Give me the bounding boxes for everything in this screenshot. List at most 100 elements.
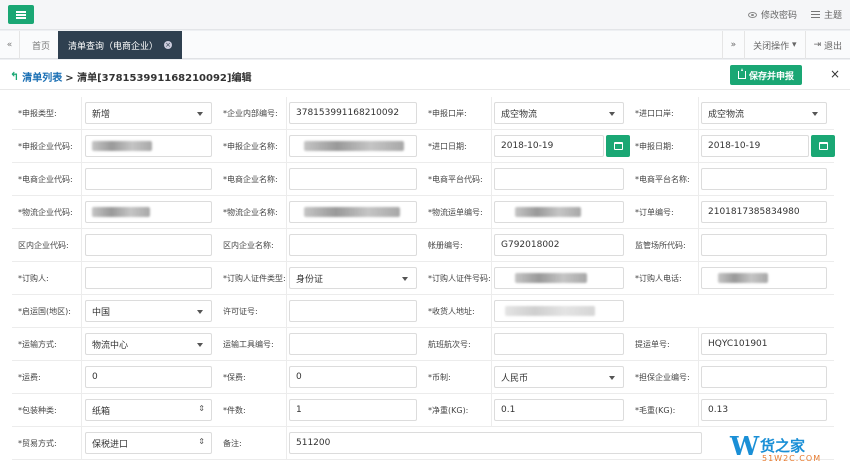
declare-type-select[interactable]: 新增	[85, 102, 212, 124]
import-date-input[interactable]: 2018-10-19	[494, 135, 604, 157]
tab-home[interactable]: 首页	[22, 31, 60, 59]
remark-input[interactable]: 511200	[289, 432, 702, 454]
caret-down-icon: ▾	[792, 40, 797, 50]
order-no-input[interactable]: 2101817385834980	[701, 201, 827, 223]
close-icon[interactable]: ×	[830, 67, 840, 81]
piece-count-input[interactable]: 1	[289, 399, 417, 421]
ecom-platform-code-input[interactable]	[494, 168, 624, 190]
consignee-address-input[interactable]	[494, 300, 624, 322]
order-no-label: *订单编号:	[629, 196, 699, 229]
freight-label: *运费:	[12, 361, 82, 394]
tab-close-icon[interactable]: ×	[164, 41, 173, 49]
buyer-id-type-select[interactable]: 身份证	[289, 267, 417, 289]
declare-port-select[interactable]: 成空物流	[494, 102, 624, 124]
import-date-picker-button[interactable]	[606, 135, 630, 157]
waybill-no-input[interactable]	[494, 201, 624, 223]
internal-no-input[interactable]: 378153991168210092	[289, 102, 417, 124]
save-and-declare-button[interactable]: 保存并申报	[730, 65, 802, 85]
ecom-company-code-label: *电商企业代码:	[12, 163, 82, 196]
change-password-link[interactable]: 修改密码	[747, 8, 797, 21]
departure-country-select[interactable]: 中国	[85, 300, 212, 322]
declare-date-picker-button[interactable]	[811, 135, 835, 157]
form-row: 区内企业代码: 区内企业名称: 帐册编号: G792018002 监管场所代码:	[12, 229, 834, 262]
zone-company-name-input[interactable]	[289, 234, 417, 256]
ecom-platform-name-label: *电商平台名称:	[629, 163, 699, 196]
net-weight-input[interactable]: 0.1	[494, 399, 624, 421]
vehicle-no-input[interactable]	[289, 333, 417, 355]
buyer-input[interactable]	[85, 267, 212, 289]
declare-company-code-label: *申报企业代码:	[12, 130, 82, 163]
logistics-name-input[interactable]	[289, 201, 417, 223]
theme-link[interactable]: 主题	[810, 8, 842, 21]
logistics-name-label: *物流企业名称:	[217, 196, 287, 229]
piece-count-label: *件数:	[217, 394, 287, 427]
ecom-company-name-input[interactable]	[289, 168, 417, 190]
insurance-label: *保费:	[217, 361, 287, 394]
menu-toggle-button[interactable]	[8, 5, 34, 24]
trade-mode-label: *贸易方式:	[12, 427, 82, 460]
flight-no-input[interactable]	[494, 333, 624, 355]
ecom-platform-code-label: *电商平台代码:	[422, 163, 492, 196]
zone-company-code-input[interactable]	[85, 234, 212, 256]
account-book-no-input[interactable]: G792018002	[494, 234, 624, 256]
bill-of-lading-label: 提运单号:	[629, 328, 699, 361]
logout-button[interactable]: ⇥ 退出	[804, 31, 850, 59]
guarantor-no-input[interactable]	[701, 366, 827, 388]
redacted-value	[515, 207, 581, 217]
form-row: *电商企业代码: *电商企业名称: *电商平台代码: *电商平台名称:	[12, 163, 834, 196]
calendar-icon	[818, 142, 828, 150]
package-type-select[interactable]: 纸箱	[85, 399, 212, 421]
bill-of-lading-input[interactable]: HQYC101901	[701, 333, 827, 355]
double-chevron-left-icon: «	[6, 40, 13, 50]
declare-date-label: *申报日期:	[629, 130, 699, 163]
tab-list-query[interactable]: 清单查询（电商企业） ×	[58, 31, 183, 59]
redacted-value	[92, 207, 150, 217]
back-arrow-icon[interactable]: ↰	[10, 70, 19, 83]
ecom-company-code-input[interactable]	[85, 168, 212, 190]
declare-date-input[interactable]: 2018-10-19	[701, 135, 809, 157]
gross-weight-input[interactable]: 0.13	[701, 399, 827, 421]
logistics-code-label: *物流企业代码:	[12, 196, 82, 229]
theme-icon	[810, 11, 820, 18]
eye-icon	[747, 11, 757, 18]
back-to-list-link[interactable]: 清单列表	[22, 69, 62, 84]
buyer-phone-label: *订购人电话:	[629, 262, 699, 295]
tab-bar-right: » 关闭操作 ▾ ⇥ 退出	[721, 31, 850, 59]
tab-scroll-right-button[interactable]: »	[721, 31, 745, 59]
trade-mode-select[interactable]: 保税进口	[85, 432, 212, 454]
freight-input[interactable]: 0	[85, 366, 212, 388]
transport-mode-select[interactable]: 物流中心	[85, 333, 212, 355]
import-date-label: *进口日期:	[422, 130, 492, 163]
waybill-no-label: *物流运单编号:	[422, 196, 492, 229]
form-row: *运输方式: 物流中心 运输工具编号: 航班航次号: 提运单号: HQYC101…	[12, 328, 834, 361]
guarantor-no-label: *担保企业编号:	[629, 361, 699, 394]
double-chevron-right-icon: »	[730, 40, 737, 50]
logo-text: 货之家	[760, 437, 806, 455]
buyer-id-no-label: *订购人证件号码:	[422, 262, 492, 295]
supervision-site-code-input[interactable]	[701, 234, 827, 256]
redacted-value	[304, 141, 404, 151]
form-row: *申报企业代码: *申报企业名称: *进口日期: 2018-10-19 *申报日…	[12, 130, 835, 163]
ecom-platform-name-input[interactable]	[701, 168, 827, 190]
watermark-logo: W 货之家 51W2C.COM	[730, 432, 840, 466]
remark-label: 备注:	[217, 427, 287, 460]
declare-type-label: *申报类型:	[12, 97, 82, 130]
declare-port-label: *申报口岸:	[422, 97, 492, 130]
internal-no-label: *企业内部编号:	[217, 97, 287, 130]
buyer-phone-input[interactable]	[701, 267, 827, 289]
redacted-value	[304, 207, 400, 217]
zone-company-code-label: 区内企业代码:	[12, 229, 82, 262]
currency-label: *币制:	[422, 361, 492, 394]
close-operations-dropdown[interactable]: 关闭操作 ▾	[744, 31, 804, 59]
tab-scroll-left-button[interactable]: «	[0, 31, 20, 59]
buyer-id-no-input[interactable]	[494, 267, 624, 289]
declare-company-code-input[interactable]	[85, 135, 212, 157]
license-no-input[interactable]	[289, 300, 417, 322]
breadcrumb: ↰ 清单列表 > 清单[378153991168210092]编辑	[10, 69, 251, 84]
logistics-code-input[interactable]	[85, 201, 212, 223]
import-port-select[interactable]: 成空物流	[701, 102, 827, 124]
insurance-input[interactable]: 0	[289, 366, 417, 388]
currency-select[interactable]: 人民币	[494, 366, 624, 388]
form-row: *订购人: *订购人证件类型: 身份证 *订购人证件号码: *订购人电话:	[12, 262, 834, 295]
declare-company-name-input[interactable]	[289, 135, 417, 157]
